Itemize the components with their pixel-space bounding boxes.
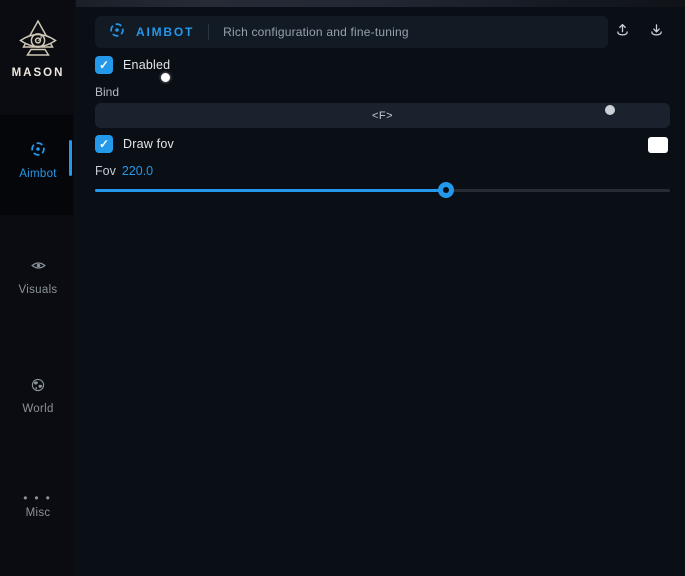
sidebar-item-label: Visuals <box>19 284 58 296</box>
upload-config-button[interactable] <box>610 20 634 44</box>
draw-fov-checkbox[interactable] <box>95 135 113 153</box>
fov-label: Fov <box>95 164 116 178</box>
enabled-label: Enabled <box>123 58 170 72</box>
header-divider <box>208 24 209 40</box>
enabled-row: Enabled <box>95 56 170 74</box>
page-subtitle: Rich configuration and fine-tuning <box>223 25 409 39</box>
bind-label: Bind <box>95 85 119 99</box>
sidebar-item-world[interactable]: World <box>0 377 76 415</box>
sidebar-item-misc[interactable]: • • • Misc <box>0 494 76 519</box>
page-title: AIMBOT <box>136 25 194 39</box>
brand-name: MASON <box>0 67 76 79</box>
sidebar-item-label: Misc <box>26 507 51 519</box>
fov-value: 220.0 <box>122 164 153 178</box>
brand-logo: MASON <box>0 16 76 79</box>
cursor-dot <box>161 73 170 82</box>
all-seeing-eye-icon <box>0 16 76 64</box>
bind-key-value: <F> <box>372 110 393 122</box>
fov-color-swatch[interactable] <box>648 137 668 153</box>
sidebar-item-label: Aimbot <box>19 168 57 180</box>
bind-key-input[interactable]: <F> <box>95 103 670 128</box>
fov-slider-fill <box>95 189 446 192</box>
sidebar-item-aimbot[interactable]: Aimbot <box>0 140 76 180</box>
draw-fov-row: Draw fov <box>95 135 174 153</box>
fov-slider[interactable] <box>95 182 670 198</box>
globe-icon <box>30 377 46 398</box>
sidebar: MASON Aimbot Visuals <box>0 0 76 576</box>
ellipsis-icon: • • • <box>23 494 53 502</box>
upload-icon <box>614 21 631 43</box>
crosshair-icon <box>29 140 47 163</box>
sidebar-item-visuals[interactable]: Visuals <box>0 257 76 296</box>
app-window: MASON Aimbot Visuals <box>0 0 685 576</box>
page-header: AIMBOT Rich configuration and fine-tunin… <box>95 16 608 48</box>
window-top-edge <box>0 0 685 7</box>
fov-value-row: Fov 220.0 <box>95 164 153 178</box>
sidebar-item-label: World <box>22 403 53 415</box>
download-icon <box>648 21 665 43</box>
cursor-dot-secondary <box>605 105 615 115</box>
eye-icon <box>30 257 47 279</box>
crosshair-icon <box>108 21 126 44</box>
download-config-button[interactable] <box>644 20 668 44</box>
draw-fov-label: Draw fov <box>123 137 174 151</box>
fov-slider-handle[interactable] <box>438 182 454 198</box>
enabled-checkbox[interactable] <box>95 56 113 74</box>
